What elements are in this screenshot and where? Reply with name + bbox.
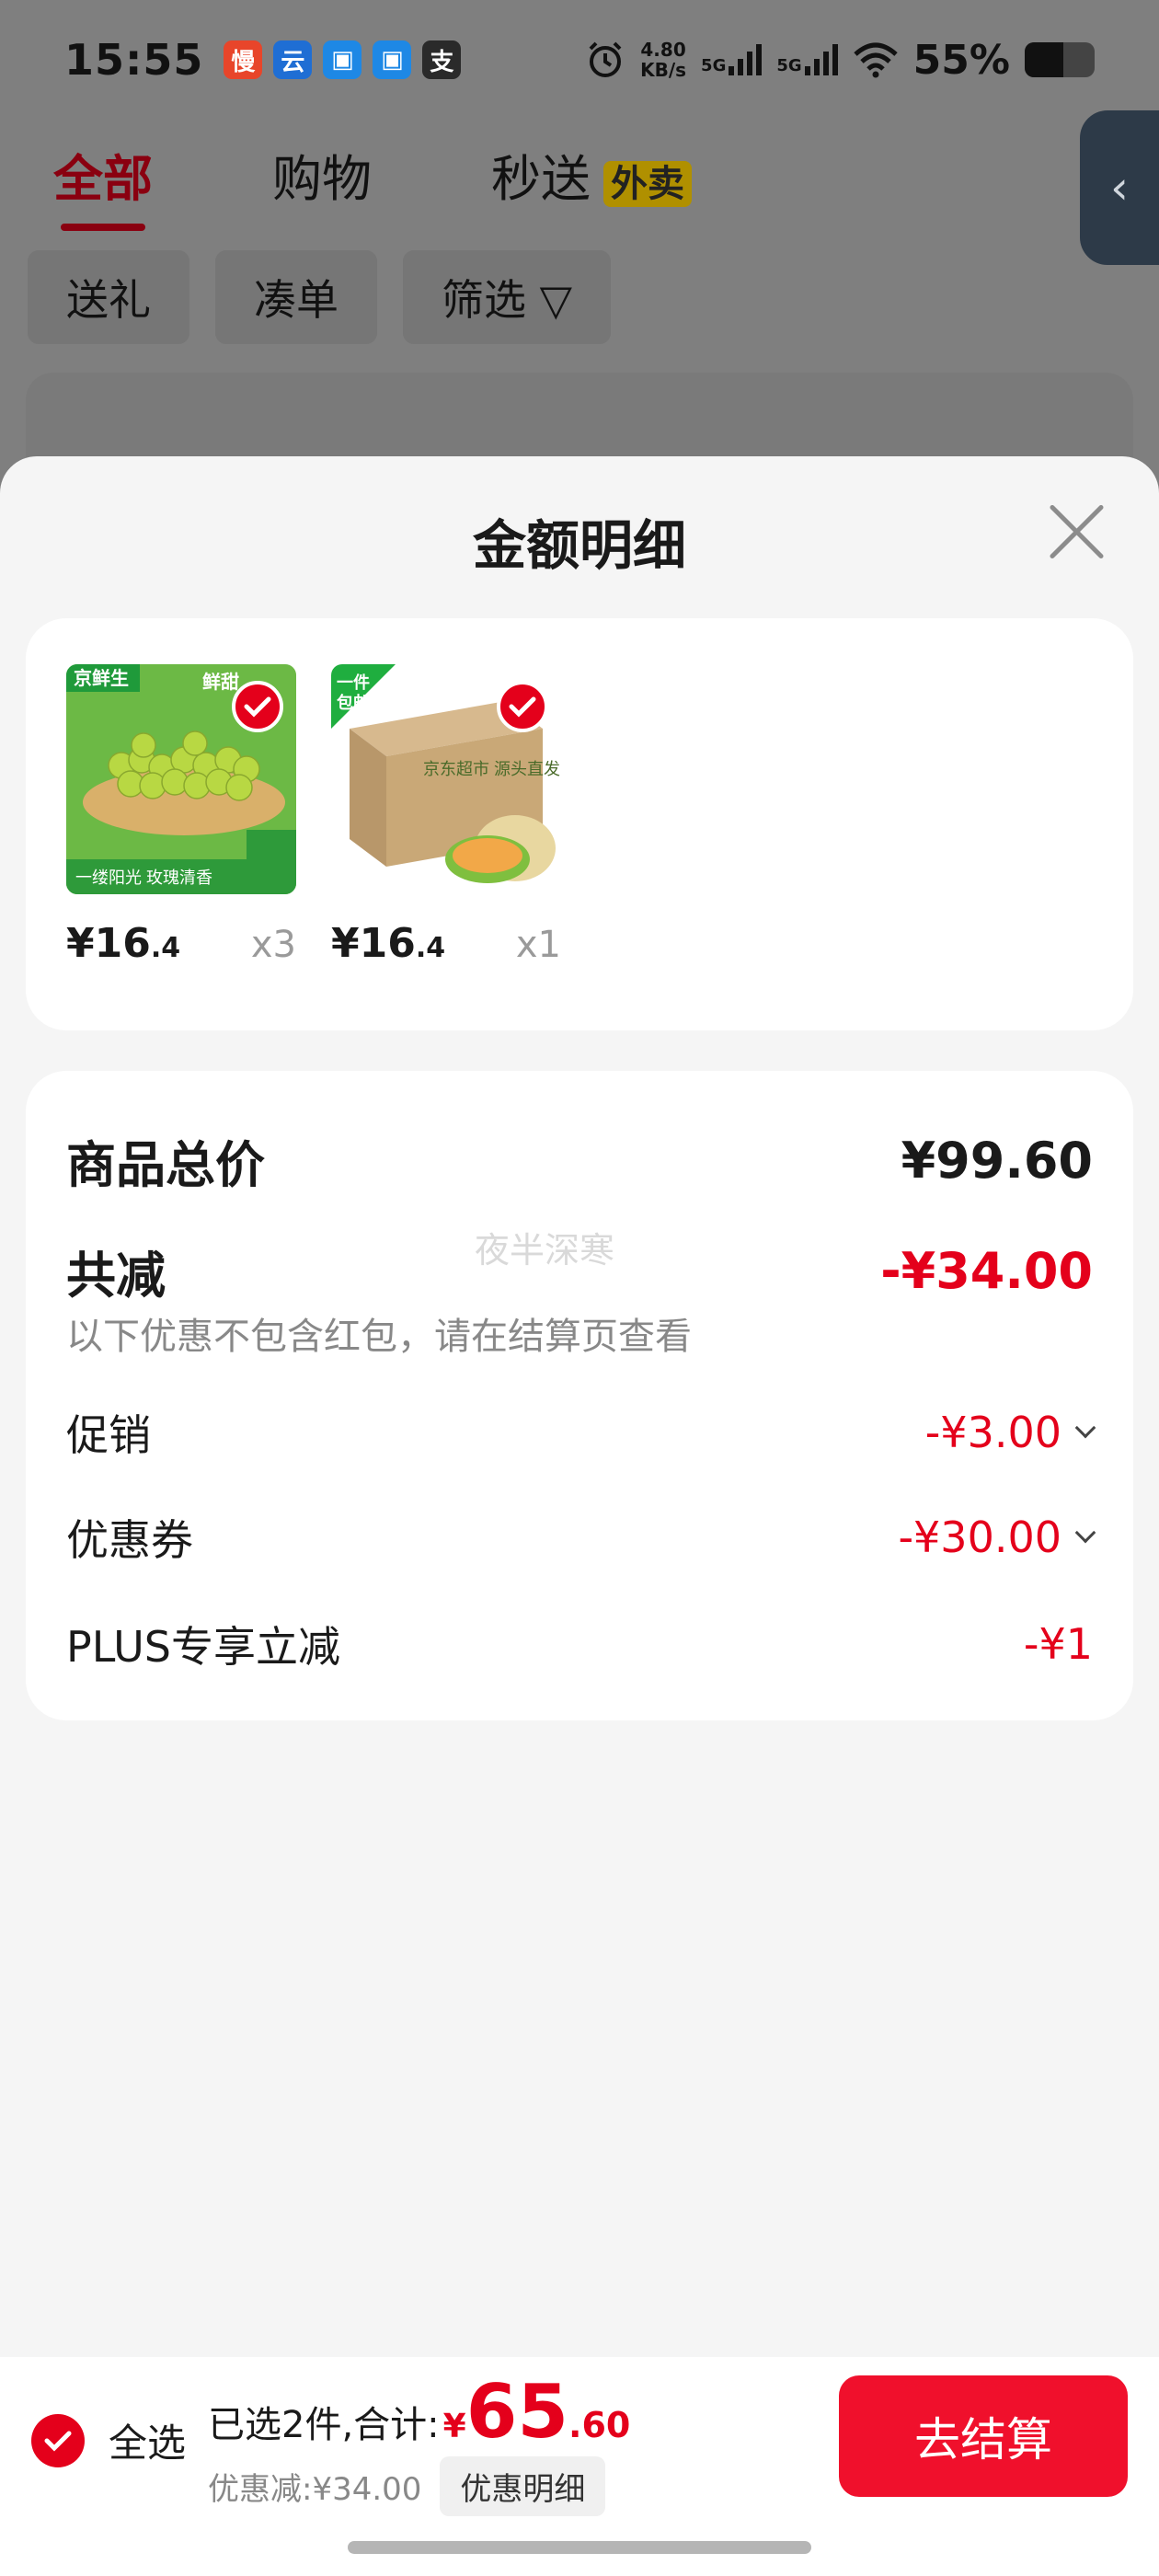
product-item[interactable]: 京鲜生 鲜甜 一缕阳光 玫瑰清香 ¥16.4 x3 — [66, 664, 333, 967]
app-blue1-icon: ▣ — [323, 40, 362, 79]
checkout-button[interactable]: 去结算 — [839, 2375, 1128, 2497]
battery-percent: 55% — [912, 36, 1010, 84]
box-label: 京东超市 源头直发 — [423, 760, 560, 778]
fresh-label: 鲜甜 — [202, 671, 239, 693]
total-line: 已选2件,合计: ¥ 65 .60 — [208, 2375, 630, 2449]
product-list: 京鲜生 鲜甜 一缕阳光 玫瑰清香 ¥16.4 x3 京东超市 源头直发 一件 包… — [26, 618, 1133, 1030]
promo-row[interactable]: 促销 -¥3.00 — [66, 1402, 1096, 1463]
app-blue2-icon: ▣ — [373, 40, 412, 79]
order-tabs: 全部 购物 秒送 外卖 — [53, 138, 692, 231]
product-price-row: ¥16.4 x3 — [66, 920, 333, 967]
coupon-row[interactable]: 优惠券 -¥30.00 — [66, 1507, 1096, 1568]
signal-sim2: 5G — [776, 44, 838, 75]
home-indicator[interactable] — [348, 2541, 811, 2554]
discount-text: 优惠减:¥34.00 — [208, 2471, 422, 2508]
reduce-note: 以下优惠不包含红包，请在结算页查看 — [66, 1316, 692, 1358]
close-icon[interactable] — [1047, 502, 1106, 561]
selected-count-text: 已选2件,合计: — [208, 2404, 440, 2446]
net-speed: 4.80 KB/s — [640, 40, 686, 80]
total-amount-fraction: .60 — [568, 2405, 631, 2445]
total-price-value: ¥99.60 — [901, 1132, 1093, 1190]
signal-sim1: 5G — [701, 44, 763, 75]
reduce-label: 共减 — [66, 1247, 166, 1305]
filter-screen-label: 筛选 — [442, 275, 526, 325]
app-cloud-icon: 云 — [273, 40, 313, 79]
product-item[interactable]: 京东超市 源头直发 一件 包邮 ¥16.4 x1 — [331, 664, 598, 967]
net-speed-value: 4.80 — [640, 39, 686, 61]
product-quantity: x1 — [515, 924, 561, 966]
promo-value: -¥3.00 — [924, 1408, 1096, 1457]
brand-label: 京鲜生 — [74, 667, 129, 689]
app-manman-icon: 慢 — [224, 40, 263, 79]
coupon-value: -¥30.00 — [898, 1512, 1096, 1562]
slogan-label: 一缕阳光 玫瑰清香 — [75, 868, 212, 887]
takeout-badge: 外卖 — [603, 161, 692, 207]
battery-fill — [1025, 42, 1063, 77]
coupon-label: 优惠券 — [66, 1515, 193, 1565]
product-quantity: x3 — [250, 924, 296, 966]
plus-value: -¥1 — [1023, 1619, 1093, 1669]
product-price-row: ¥16.4 x1 — [331, 920, 598, 967]
wifi-icon — [853, 42, 898, 78]
chevron-left-icon: ‹ — [1110, 161, 1129, 214]
watermark-text: 夜半深寒 — [475, 1230, 615, 1271]
side-collapse-tab[interactable]: ‹ — [1080, 110, 1159, 265]
chevron-down-icon[interactable] — [1074, 1522, 1096, 1544]
product-check-icon[interactable] — [232, 681, 283, 732]
product-image-grapes: 京鲜生 鲜甜 一缕阳光 玫瑰清香 — [66, 664, 296, 894]
signal-bars-icon — [729, 44, 763, 75]
filter-bundle[interactable]: 凑单 — [215, 250, 377, 344]
alarm-icon — [589, 41, 622, 77]
filter-gift[interactable]: 送礼 — [28, 250, 189, 344]
total-block: 已选2件,合计: ¥ 65 .60 优惠减:¥34.00 优惠明细 — [208, 2375, 630, 2516]
filter-chips: 送礼 凑单 筛选 ▽ — [28, 250, 612, 344]
select-all[interactable]: 全选 — [31, 2412, 186, 2468]
notification-icons: 慢 云 ▣ ▣ 支 — [224, 40, 462, 79]
signal-bars-icon — [804, 44, 838, 75]
status-time: 15:55 — [64, 35, 204, 85]
app-pay-icon: 支 — [422, 40, 462, 79]
product-price-fraction: .4 — [150, 932, 181, 964]
svg-text:包邮: 包邮 — [337, 693, 370, 712]
tab-shopping[interactable]: 购物 — [272, 138, 372, 211]
tab-instant-label: 秒送 — [491, 150, 591, 208]
amount-detail-sheet: 金额明细 京鲜生 鲜甜 一缕阳光 玫瑰清香 ¥16 .4 x3 京东超市 源头直… — [0, 456, 1159, 2576]
total-price-label: 商品总价 — [66, 1136, 265, 1194]
price-summary: 商品总价 ¥99.60 共减 -¥34.00 以下优惠不包含红包，请在结算页查看… — [26, 1071, 1133, 1720]
tab-instant[interactable]: 秒送 外卖 — [491, 138, 692, 211]
plus-row: PLUS专享立减 -¥1 — [66, 1614, 1093, 1674]
tab-all[interactable]: 全部 — [53, 138, 153, 231]
filter-screen[interactable]: 筛选 ▽ — [403, 250, 612, 344]
product-check-icon[interactable] — [497, 681, 548, 732]
sheet-title: 金额明细 — [472, 514, 686, 577]
reduce-note-row: 以下优惠不包含红包，请在结算页查看 — [66, 1306, 1093, 1360]
chevron-down-icon[interactable] — [1074, 1417, 1096, 1439]
filter-funnel-icon: ▽ — [539, 275, 573, 325]
sim1-label: 5G — [701, 56, 727, 75]
promo-amount: -¥3.00 — [924, 1408, 1061, 1457]
discount-line: 优惠减:¥34.00 优惠明细 — [208, 2456, 630, 2516]
net-speed-unit: KB/s — [640, 59, 687, 81]
svg-text:一件: 一件 — [337, 673, 370, 692]
reduce-value: -¥34.00 — [880, 1242, 1093, 1300]
battery-icon — [1025, 42, 1095, 77]
coupon-amount: -¥30.00 — [898, 1512, 1061, 1562]
discount-detail-button[interactable]: 优惠明细 — [440, 2456, 606, 2516]
select-all-label: 全选 — [109, 2421, 187, 2466]
total-amount: 65 — [465, 2369, 569, 2455]
plus-label: PLUS专享立减 — [66, 1622, 340, 1672]
select-all-check-icon[interactable] — [31, 2413, 85, 2467]
product-price: ¥16 — [66, 920, 151, 967]
status-bar: 15:55 慢 云 ▣ ▣ 支 4.80 KB/s 5G 5G 55% — [0, 0, 1159, 120]
product-price-fraction: .4 — [415, 932, 446, 964]
product-image-melon: 京东超市 源头直发 一件 包邮 — [331, 664, 561, 894]
promo-label: 促销 — [66, 1410, 151, 1460]
sim2-label: 5G — [776, 56, 802, 75]
total-price-row: 商品总价 ¥99.60 — [66, 1124, 1093, 1197]
product-price: ¥16 — [331, 920, 416, 967]
status-right: 4.80 KB/s 5G 5G 55% — [585, 37, 1095, 84]
currency-symbol: ¥ — [442, 2408, 466, 2445]
